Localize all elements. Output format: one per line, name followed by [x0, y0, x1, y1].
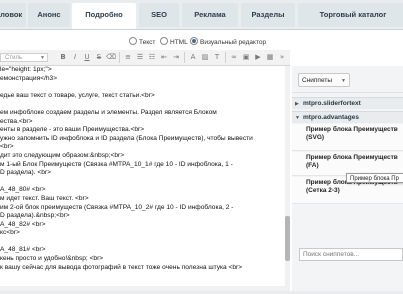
italic-icon[interactable]: I: [70, 52, 80, 62]
editor-vertical-scrollbar[interactable]: [285, 66, 290, 286]
editor-toolbar: Стиль ▼ B I U S ⌫ ≡ ☰ ☷ ⇤ ⇥ A ▨ T ∞ ▣ ▶ ▦…: [0, 50, 290, 66]
snippet-group-label: mtpro.advantages: [303, 114, 359, 121]
underline-icon[interactable]: U: [82, 52, 92, 62]
code-line: енты в разделе - это ваши Преимущества.<…: [0, 126, 145, 134]
tab-details[interactable]: Подробно: [72, 3, 136, 30]
code-line: le="height: 1px;">: [0, 66, 52, 73]
mode-visual-option[interactable]: Визуальный редактор: [190, 37, 266, 46]
code-line: едье ваш текст о товаре, услуге, текст с…: [0, 91, 155, 99]
tab-sections[interactable]: Разделы: [241, 3, 295, 27]
snippets-button-label: Сниппеты: [302, 77, 333, 84]
snippets-panel-header: Сниппеты ▼: [292, 66, 403, 93]
radio-visual[interactable]: [190, 37, 198, 45]
text-color-icon[interactable]: A: [188, 52, 198, 62]
snippets-dropdown-button[interactable]: Сниппеты ▼: [298, 73, 350, 87]
indent-icon[interactable]: ⇥: [171, 52, 181, 62]
bold-icon[interactable]: B: [58, 52, 68, 62]
image-icon[interactable]: ▣: [241, 52, 251, 62]
tab-trade-catalog[interactable]: Торговый каталог: [298, 3, 403, 27]
scrollbar-thumb[interactable]: [285, 216, 290, 261]
snippet-group-advantages[interactable]: ▼ mtpro.advantages: [292, 111, 403, 123]
code-line: кс<br>: [0, 229, 20, 237]
code-line: м идет текст. Ваш текст. <br>: [0, 194, 89, 202]
code-line: кень просто и удобно!&nbsp; <br>: [0, 255, 104, 263]
mode-html-option[interactable]: HTML: [160, 37, 188, 46]
chevron-down-icon: ▼: [341, 78, 346, 84]
mode-visual-label: Визуальный редактор: [200, 39, 267, 46]
outdent-icon[interactable]: ⇤: [159, 52, 169, 62]
video-icon[interactable]: ▶: [253, 52, 263, 62]
snippet-search-input[interactable]: [299, 248, 403, 261]
radio-html[interactable]: [160, 37, 168, 45]
code-line: A_48_82# <br>: [0, 220, 46, 228]
code-line: A_48_80# <br>: [0, 186, 46, 194]
chevron-down-icon: ▼: [40, 55, 45, 61]
code-line: м 1-ый Блок Преимуществ (Связка #MTPA_10…: [0, 160, 233, 168]
font-size-icon[interactable]: T: [212, 52, 222, 62]
code-line: емонстрация</h3>: [0, 74, 58, 82]
clear-format-icon[interactable]: ⌫: [106, 52, 116, 62]
tab-divider: [0, 29, 403, 30]
code-line: D раздела). <br>: [0, 169, 51, 177]
code-line: дит это следующим образом:&nbsp;<br>: [0, 151, 125, 159]
toolbar-separator: [225, 52, 226, 63]
mode-html-label: HTML: [170, 39, 188, 46]
snippet-tooltip: Пример блока Пр: [346, 173, 403, 183]
snippet-group-sliderfortext[interactable]: ▶ mtpro.sliderfortext: [292, 97, 403, 109]
background-color-icon[interactable]: ▨: [200, 52, 210, 62]
style-select-label: Стиль: [5, 55, 23, 61]
tab-seo[interactable]: SEO: [139, 3, 179, 27]
toolbar-separator: [119, 52, 120, 63]
tab-advertising[interactable]: Реклама: [182, 3, 238, 27]
code-line: A_48_81# <br>: [0, 246, 46, 254]
mode-text-option[interactable]: Текст: [129, 37, 155, 46]
more-icon[interactable]: »: [277, 52, 287, 62]
code-line: ужно запомнить ID инфоблока и ID раздела…: [0, 134, 253, 142]
strikethrough-icon[interactable]: S: [94, 52, 104, 62]
snippet-group-label: mtpro.sliderfortext: [303, 100, 361, 107]
link-icon[interactable]: ∞: [229, 52, 239, 62]
code-line: D раздела).&nbsp;<br>: [0, 212, 70, 220]
chevron-down-icon: ▼: [295, 115, 300, 121]
style-select[interactable]: Стиль ▼: [0, 53, 48, 62]
numbered-list-icon[interactable]: ☰: [135, 52, 145, 62]
mode-text-label: Текст: [139, 39, 156, 46]
toolbar-separator: [184, 52, 185, 63]
tab-announce[interactable]: Анонс: [28, 3, 70, 27]
code-line: им 2-ой блок преимуществ (Связка #MTPA_1…: [0, 203, 234, 211]
html-source-area[interactable]: le="height: 1px;"> емонстрация</h3> едье…: [0, 66, 282, 286]
bullet-list-icon[interactable]: ☷: [147, 52, 157, 62]
editor-mode-switch: Текст HTML Визуальный редактор: [0, 37, 403, 49]
tab-title[interactable]: Заголовок: [0, 3, 26, 27]
radio-text[interactable]: [129, 37, 137, 45]
snippet-item-svg[interactable]: Пример блока Преимуществ (SVG): [292, 124, 403, 151]
align-icon[interactable]: ≡: [123, 52, 133, 62]
code-line: ества.<br>: [0, 117, 33, 125]
tab-bar: Заголовок Анонс Подробно SEO Реклама Раз…: [0, 0, 403, 30]
code-line: к вашу сейчас для вывода фотографий в те…: [0, 263, 243, 271]
table-icon[interactable]: ▦: [265, 52, 275, 62]
code-line: ем инфоблоке создаем разделы и элементы.…: [0, 108, 217, 116]
chevron-right-icon: ▶: [295, 101, 299, 107]
code-line: <br>: [0, 143, 14, 151]
